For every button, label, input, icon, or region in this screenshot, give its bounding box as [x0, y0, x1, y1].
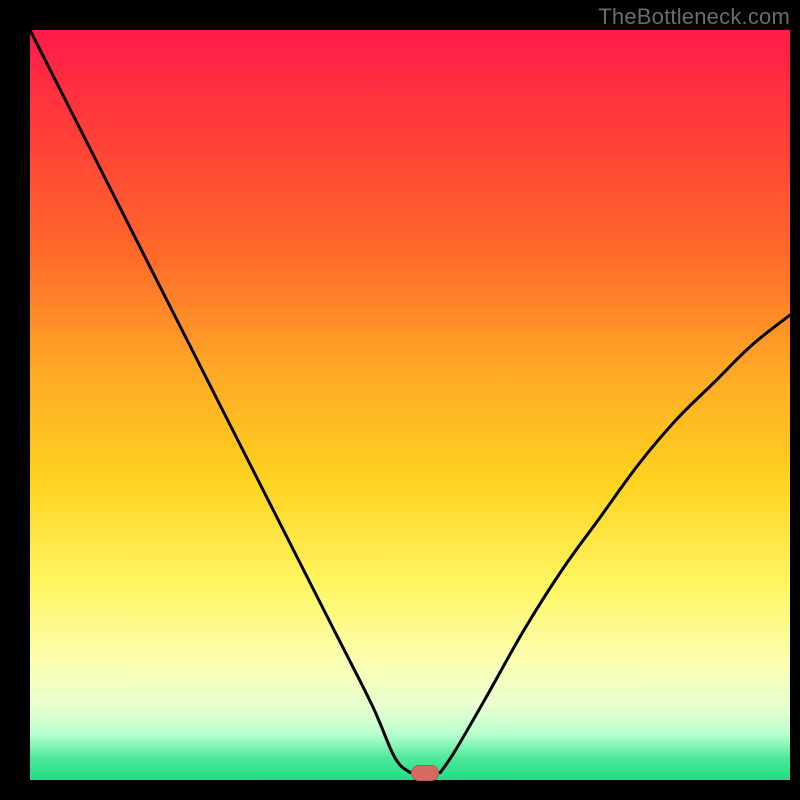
optimal-point-marker — [411, 765, 439, 781]
watermark-text: TheBottleneck.com — [598, 4, 790, 30]
chart-frame: TheBottleneck.com — [0, 0, 800, 800]
bottleneck-curve — [30, 30, 790, 780]
plot-area — [30, 30, 790, 780]
